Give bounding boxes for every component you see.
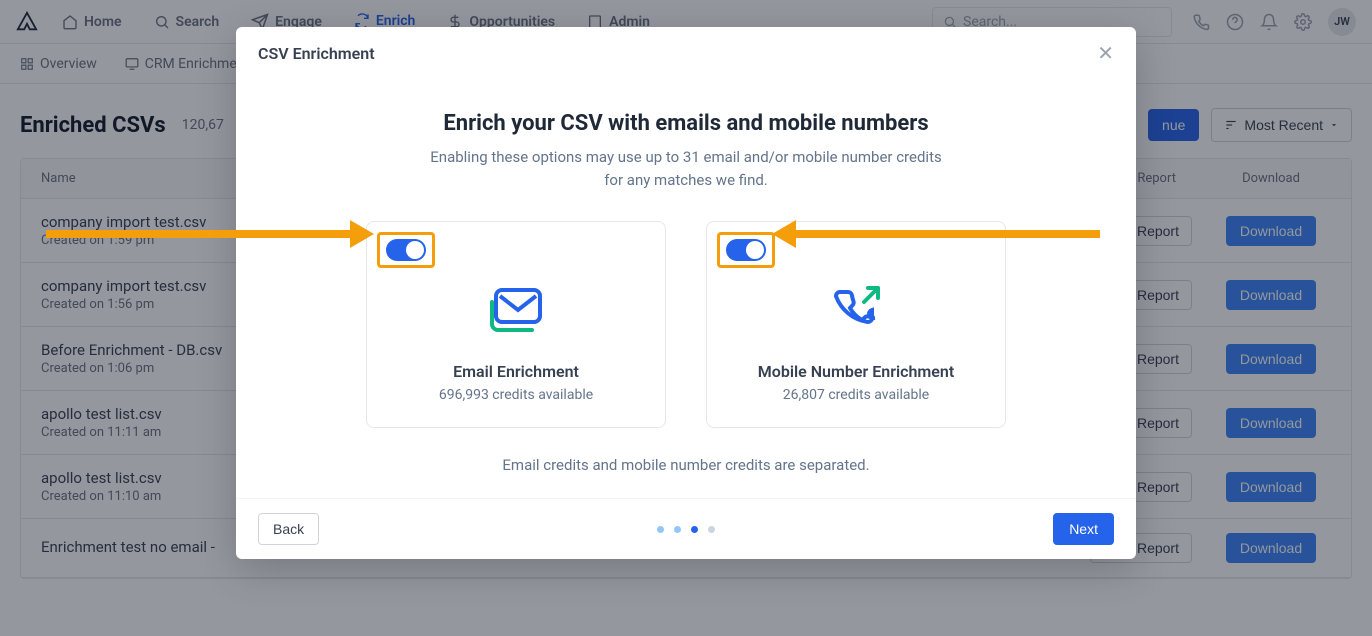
email-toggle-highlight	[377, 232, 435, 268]
mobile-toggle-highlight	[717, 232, 775, 268]
modal-footer: Back Next	[236, 498, 1136, 559]
phone-outgoing-icon	[826, 284, 886, 338]
dot-3	[691, 526, 698, 533]
dot-1	[657, 526, 664, 533]
email-card-title: Email Enrichment	[381, 362, 651, 381]
modal-subheading: Enabling these options may use up to 31 …	[426, 146, 946, 191]
modal-body: Enrich your CSV with emails and mobile n…	[236, 79, 1136, 498]
email-toggle[interactable]	[386, 239, 426, 261]
close-icon[interactable]: ✕	[1097, 41, 1114, 65]
enrichment-cards: Email Enrichment 696,993 credits availab…	[276, 221, 1096, 428]
mobile-toggle[interactable]	[726, 239, 766, 261]
modal-heading: Enrich your CSV with emails and mobile n…	[276, 111, 1096, 136]
email-card-sub: 696,993 credits available	[381, 387, 651, 403]
mobile-card-title: Mobile Number Enrichment	[721, 362, 991, 381]
modal-note: Email credits and mobile number credits …	[276, 456, 1096, 474]
dot-4	[708, 526, 715, 533]
next-button[interactable]: Next	[1053, 513, 1114, 545]
email-icon	[486, 284, 546, 338]
email-enrichment-card: Email Enrichment 696,993 credits availab…	[366, 221, 666, 428]
back-button[interactable]: Back	[258, 513, 319, 545]
csv-enrichment-modal: CSV Enrichment ✕ Enrich your CSV with em…	[236, 27, 1136, 559]
modal-header: CSV Enrichment ✕	[236, 27, 1136, 79]
dot-2	[674, 526, 681, 533]
mobile-card-sub: 26,807 credits available	[721, 387, 991, 403]
modal-title: CSV Enrichment	[258, 44, 375, 63]
step-dots	[657, 526, 715, 533]
mobile-enrichment-card: Mobile Number Enrichment 26,807 credits …	[706, 221, 1006, 428]
